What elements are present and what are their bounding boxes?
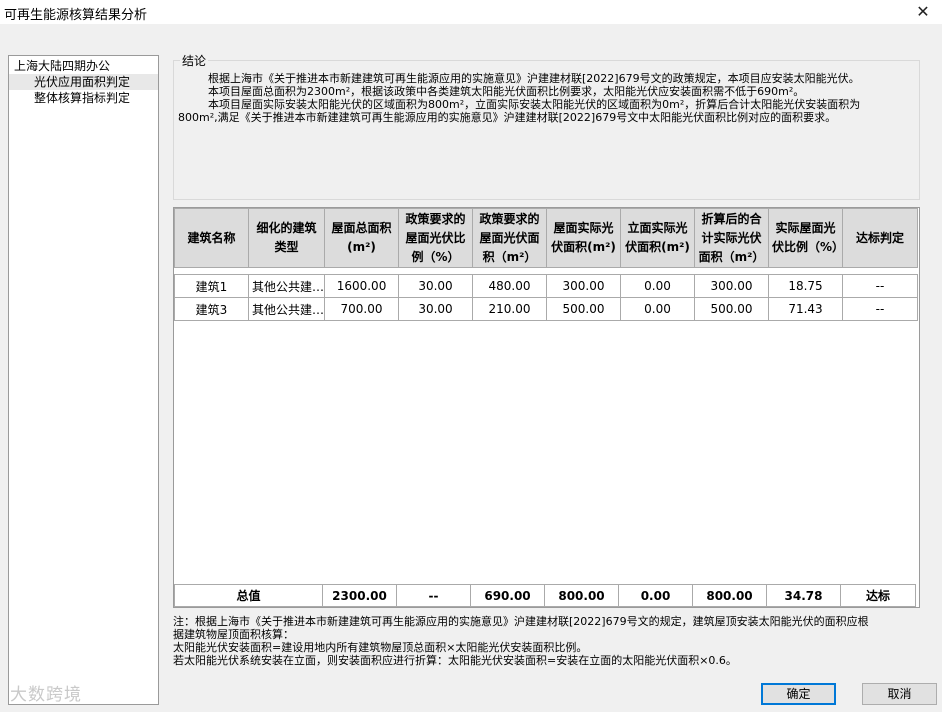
watermark: 大数跨境	[10, 685, 82, 705]
total-policy-ratio: --	[396, 584, 471, 607]
total-roof-pv: 800.00	[544, 584, 619, 607]
table-row[interactable]: 建筑3 其他公共建… 700.00 30.00 210.00 500.00 0.…	[174, 297, 919, 321]
cell-building[interactable]: 建筑1	[174, 274, 249, 298]
note-line: 若太阳能光伏系统安装在立面，则安装面积应进行折算：太阳能光伏安装面积=安装在立面…	[173, 654, 737, 667]
conclusion-line: 本项目屋面总面积为2300m²，根据该政策中各类建筑太阳能光伏面积比例要求，太阳…	[208, 85, 805, 98]
note-line: 注：根据上海市《关于推进本市新建建筑可再生能源应用的实施意见》沪建建材联[202…	[173, 615, 869, 628]
conclusion-line: 800m²,满足《关于推进本市新建建筑可再生能源应用的实施意见》沪建建材联[20…	[178, 111, 837, 124]
column-header[interactable]: 实际屋面光伏比例（%）	[768, 208, 844, 268]
cell-policy-area[interactable]: 210.00	[472, 297, 548, 321]
tree-item-overall-index[interactable]: 整体核算指标判定	[9, 90, 158, 106]
totals-row: 总值 2300.00 -- 690.00 800.00 0.00 800.00 …	[174, 584, 916, 607]
spacer-row	[174, 267, 918, 275]
total-pv: 800.00	[692, 584, 767, 607]
total-facade-pv: 0.00	[618, 584, 693, 607]
column-header[interactable]: 政策要求的屋面光伏面积（m²）	[472, 208, 548, 268]
column-header[interactable]: 达标判定	[842, 208, 919, 268]
conclusion-line: 本项目屋面实际安装太阳能光伏的区域面积为800m²，立面实际安装太阳能光伏的区域…	[208, 98, 861, 111]
totals-table: 总值 2300.00 -- 690.00 800.00 0.00 800.00 …	[174, 584, 916, 607]
total-roof-area: 2300.00	[322, 584, 397, 607]
cell-total-pv[interactable]: 300.00	[694, 274, 770, 298]
cell-roof-pv[interactable]: 500.00	[546, 297, 622, 321]
total-actual-ratio: 34.78	[766, 584, 841, 607]
header-row: 建筑名称 细化的建筑类型 屋面总面积(m²) 政策要求的屋面光伏比例（%） 政策…	[174, 208, 919, 268]
cell-roof-area[interactable]: 1600.00	[324, 274, 400, 298]
title-bar: 可再生能源核算结果分析 ✕	[0, 0, 942, 24]
cell-judgement[interactable]: --	[842, 274, 919, 298]
column-header[interactable]: 政策要求的屋面光伏比例（%）	[398, 208, 474, 268]
cell-facade-pv[interactable]: 0.00	[620, 274, 696, 298]
cell-facade-pv[interactable]: 0.00	[620, 297, 696, 321]
result-table: 建筑名称 细化的建筑类型 屋面总面积(m²) 政策要求的屋面光伏比例（%） 政策…	[173, 207, 920, 608]
conclusion-text: 根据上海市《关于推进本市新建建筑可再生能源应用的实施意见》沪建建材联[2022]…	[178, 72, 913, 124]
column-header[interactable]: 屋面实际光伏面积(m²)	[546, 208, 622, 268]
conclusion-legend: 结论	[180, 52, 209, 69]
note-text: 注：根据上海市《关于推进本市新建建筑可再生能源应用的实施意见》沪建建材联[202…	[173, 615, 923, 667]
cell-type[interactable]: 其他公共建…	[247, 297, 326, 321]
conclusion-line: 根据上海市《关于推进本市新建建筑可再生能源应用的实施意见》沪建建材联[2022]…	[208, 72, 860, 85]
cell-actual-ratio[interactable]: 18.75	[768, 274, 844, 298]
cell-total-pv[interactable]: 500.00	[694, 297, 770, 321]
note-line: 据建筑物屋顶面积核算：	[173, 628, 294, 641]
ok-button[interactable]: 确定	[761, 683, 836, 705]
column-header[interactable]: 屋面总面积(m²)	[324, 208, 400, 268]
cell-actual-ratio[interactable]: 71.43	[768, 297, 844, 321]
cancel-button[interactable]: 取消	[862, 683, 937, 705]
cell-policy-ratio[interactable]: 30.00	[398, 297, 474, 321]
table-row[interactable]: 建筑1 其他公共建… 1600.00 30.00 480.00 300.00 0…	[174, 274, 919, 298]
data-table: 建筑名称 细化的建筑类型 屋面总面积(m²) 政策要求的屋面光伏比例（%） 政策…	[174, 208, 919, 321]
cell-judgement[interactable]: --	[842, 297, 919, 321]
total-policy-area: 690.00	[470, 584, 545, 607]
tree-item-project[interactable]: 上海大陆四期办公	[9, 58, 158, 74]
column-header[interactable]: 细化的建筑类型	[247, 208, 326, 268]
project-tree: 上海大陆四期办公 光伏应用面积判定 整体核算指标判定	[8, 55, 159, 705]
cell-building[interactable]: 建筑3	[174, 297, 249, 321]
column-header[interactable]: 折算后的合计实际光伏面积（m²）	[694, 208, 770, 268]
cell-roof-pv[interactable]: 300.00	[546, 274, 622, 298]
cell-roof-area[interactable]: 700.00	[324, 297, 400, 321]
conclusion-group: 结论 根据上海市《关于推进本市新建建筑可再生能源应用的实施意见》沪建建材联[20…	[173, 52, 920, 200]
column-header[interactable]: 建筑名称	[174, 208, 249, 268]
close-icon[interactable]: ✕	[912, 1, 934, 23]
cell-policy-area[interactable]: 480.00	[472, 274, 548, 298]
cell-policy-ratio[interactable]: 30.00	[398, 274, 474, 298]
totals-label: 总值	[174, 584, 323, 607]
column-header[interactable]: 立面实际光伏面积(m²)	[620, 208, 696, 268]
total-judgement: 达标	[840, 584, 916, 607]
window-title: 可再生能源核算结果分析	[4, 8, 148, 23]
note-line: 太阳能光伏安装面积=建设用地内所有建筑物屋顶总面积×太阳能光伏安装面积比例。	[173, 641, 588, 654]
tree-item-pv-area[interactable]: 光伏应用面积判定	[9, 74, 158, 90]
cell-type[interactable]: 其他公共建…	[247, 274, 326, 298]
